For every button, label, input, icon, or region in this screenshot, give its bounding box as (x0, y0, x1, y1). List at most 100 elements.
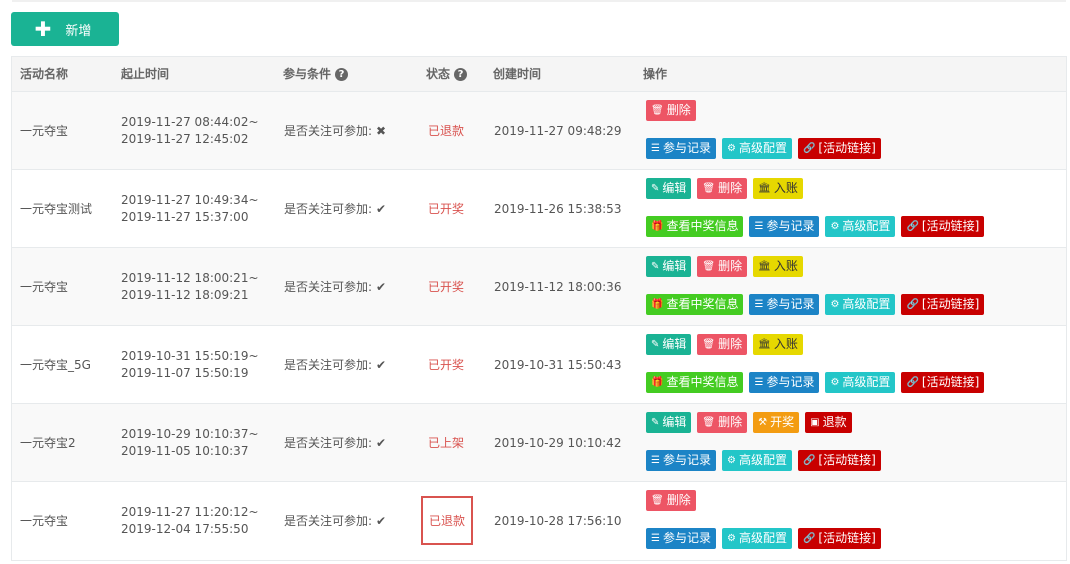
link-button[interactable]: 🔗 [活动链接] (901, 216, 985, 237)
edit-button[interactable]: ✎ 编辑 (646, 178, 692, 199)
times-icon: ✖ (376, 123, 387, 138)
activity-period: 2019-11-27 11:20:12~ 2019-12-04 17:55:50 (121, 482, 259, 559)
check-icon: ✔ (376, 513, 387, 528)
created-time: 2019-11-26 15:38:53 (494, 201, 622, 216)
button-label: 高级配置 (842, 375, 891, 389)
trash-icon: 🗑 (702, 261, 716, 272)
participation-condition: 是否关注可参加: ✖ (284, 92, 386, 169)
gears-button[interactable]: ⚙ 高级配置 (721, 528, 792, 549)
participation-condition: 是否关注可参加: ✔ (284, 404, 386, 481)
gift-button[interactable]: 🎁 查看中奖信息 (646, 216, 744, 237)
end-time: 2019-11-12 18:09:21 (121, 287, 249, 302)
button-label: [活动链接] (921, 297, 980, 311)
trash-button[interactable]: 🗑 删除 (697, 412, 748, 433)
bank-button[interactable]: 🏛 入账 (753, 334, 803, 355)
edit-button[interactable]: ✎ 编辑 (646, 412, 692, 433)
status-badge: 已退款 (428, 124, 465, 138)
trash-button[interactable]: 🗑 删除 (646, 490, 696, 511)
table-button[interactable]: ☰ 参与记录 (749, 372, 820, 393)
check-icon: ✔ (376, 435, 387, 450)
table-button[interactable]: ☰ 参与记录 (646, 450, 716, 471)
end-time: 2019-11-27 12:45:02 (121, 131, 249, 146)
money-icon: ▣ (810, 417, 820, 428)
link-icon: 🔗 (906, 377, 919, 388)
table-icon: ☰ (754, 299, 764, 310)
button-label: 编辑 (662, 181, 687, 195)
activity-name: 一元夺宝_5G (20, 358, 91, 372)
table-icon: ☰ (651, 143, 660, 154)
link-button[interactable]: 🔗 [活动链接] (797, 450, 881, 471)
header-actions: 操作 (643, 67, 668, 81)
table-button[interactable]: ☰ 参与记录 (749, 216, 820, 237)
gavel-button[interactable]: ⚒ 开奖 (753, 412, 800, 433)
add-button-label: 新增 (65, 23, 92, 39)
gears-button[interactable]: ⚙ 高级配置 (825, 372, 896, 393)
status-cell: 已退款 (421, 482, 474, 559)
table-button[interactable]: ☰ 参与记录 (646, 528, 716, 549)
activity-period: 2019-11-27 10:49:34~ 2019-11-27 15:37:00 (121, 170, 259, 247)
link-icon: 🔗 (802, 143, 816, 154)
button-label: 开奖 (770, 415, 795, 429)
condition-label: 是否关注可参加: (284, 280, 373, 294)
status-badge: 已开奖 (428, 280, 465, 294)
link-button[interactable]: 🔗 [活动链接] (797, 138, 881, 159)
activity-name: 一元夺宝 (20, 514, 69, 528)
gears-button[interactable]: ⚙ 高级配置 (721, 138, 792, 159)
actions-row-2: ☰ 参与记录 ⚙ 高级配置 🔗 [活动链接] (646, 450, 881, 471)
actions-row-1: ✎ 编辑 🗑 删除 🏛 入账 (646, 256, 803, 277)
gears-button[interactable]: ⚙ 高级配置 (825, 294, 896, 315)
table-button[interactable]: ☰ 参与记录 (749, 294, 820, 315)
gift-button[interactable]: 🎁 查看中奖信息 (646, 294, 744, 315)
gift-button[interactable]: 🎁 查看中奖信息 (646, 372, 744, 393)
trash-button[interactable]: 🗑 删除 (697, 256, 748, 277)
created-time: 2019-10-29 10:10:42 (494, 435, 622, 450)
actions-row-1: 🗑 删除 (646, 100, 696, 121)
money-button[interactable]: ▣ 退款 (805, 412, 852, 433)
button-label: 删除 (666, 493, 691, 507)
gears-button[interactable]: ⚙ 高级配置 (721, 450, 792, 471)
created-time: 2019-10-31 15:50:43 (494, 357, 622, 372)
button-label: 删除 (718, 259, 743, 273)
gavel-icon: ⚒ (758, 417, 768, 428)
gears-button[interactable]: ⚙ 高级配置 (825, 216, 896, 237)
link-button[interactable]: 🔗 [活动链接] (797, 528, 881, 549)
activity-period: 2019-10-31 15:50:19~ 2019-11-07 15:50:19 (121, 326, 259, 403)
status-badge: 已开奖 (428, 358, 465, 372)
actions-row-1: ✎ 编辑 🗑 删除 ⚒ 开奖 ▣ 退款 (646, 412, 852, 433)
table-row: 一元夺宝2 2019-10-29 10:10:37~ 2019-11-05 10… (12, 404, 1066, 482)
activity-period: 2019-10-29 10:10:37~ 2019-11-05 10:10:37 (121, 404, 259, 481)
edit-button[interactable]: ✎ 编辑 (646, 256, 692, 277)
bank-button[interactable]: 🏛 入账 (753, 178, 803, 199)
table-row: 一元夺宝 2019-11-12 18:00:21~ 2019-11-12 18:… (12, 248, 1066, 326)
gears-icon: ⚙ (726, 533, 736, 544)
bank-icon: 🏛 (758, 183, 771, 194)
end-time: 2019-11-07 15:50:19 (121, 365, 249, 380)
start-time: 2019-11-27 08:44:02~ (121, 114, 259, 129)
activity-period: 2019-11-12 18:00:21~ 2019-11-12 18:09:21 (121, 248, 259, 325)
question-circle-icon[interactable]: ? (335, 68, 349, 81)
trash-icon: 🗑 (702, 417, 716, 428)
table-button[interactable]: ☰ 参与记录 (646, 138, 716, 159)
question-circle-icon[interactable]: ? (454, 68, 468, 81)
button-label: 参与记录 (662, 531, 711, 545)
button-label: 编辑 (662, 415, 687, 429)
add-button[interactable]: ✚ 新增 (11, 12, 119, 46)
activity-name: 一元夺宝2 (20, 436, 76, 450)
gears-icon: ⚙ (726, 455, 736, 466)
activity-period: 2019-11-27 08:44:02~ 2019-11-27 12:45:02 (121, 92, 259, 169)
actions-row-2: ☰ 参与记录 ⚙ 高级配置 🔗 [活动链接] (646, 528, 881, 549)
link-button[interactable]: 🔗 [活动链接] (901, 294, 985, 315)
link-icon: 🔗 (802, 455, 816, 466)
participation-condition: 是否关注可参加: ✔ (284, 482, 386, 559)
button-label: 高级配置 (738, 141, 787, 155)
actions-row-2: ☰ 参与记录 ⚙ 高级配置 🔗 [活动链接] (646, 138, 881, 159)
trash-button[interactable]: 🗑 删除 (697, 334, 748, 355)
participation-condition: 是否关注可参加: ✔ (284, 170, 386, 247)
trash-button[interactable]: 🗑 删除 (646, 100, 696, 121)
edit-button[interactable]: ✎ 编辑 (646, 334, 692, 355)
bank-button[interactable]: 🏛 入账 (753, 256, 803, 277)
status-badge: 已开奖 (428, 202, 465, 216)
trash-button[interactable]: 🗑 删除 (697, 178, 748, 199)
link-button[interactable]: 🔗 [活动链接] (901, 372, 985, 393)
plus-icon: ✚ (34, 17, 52, 41)
